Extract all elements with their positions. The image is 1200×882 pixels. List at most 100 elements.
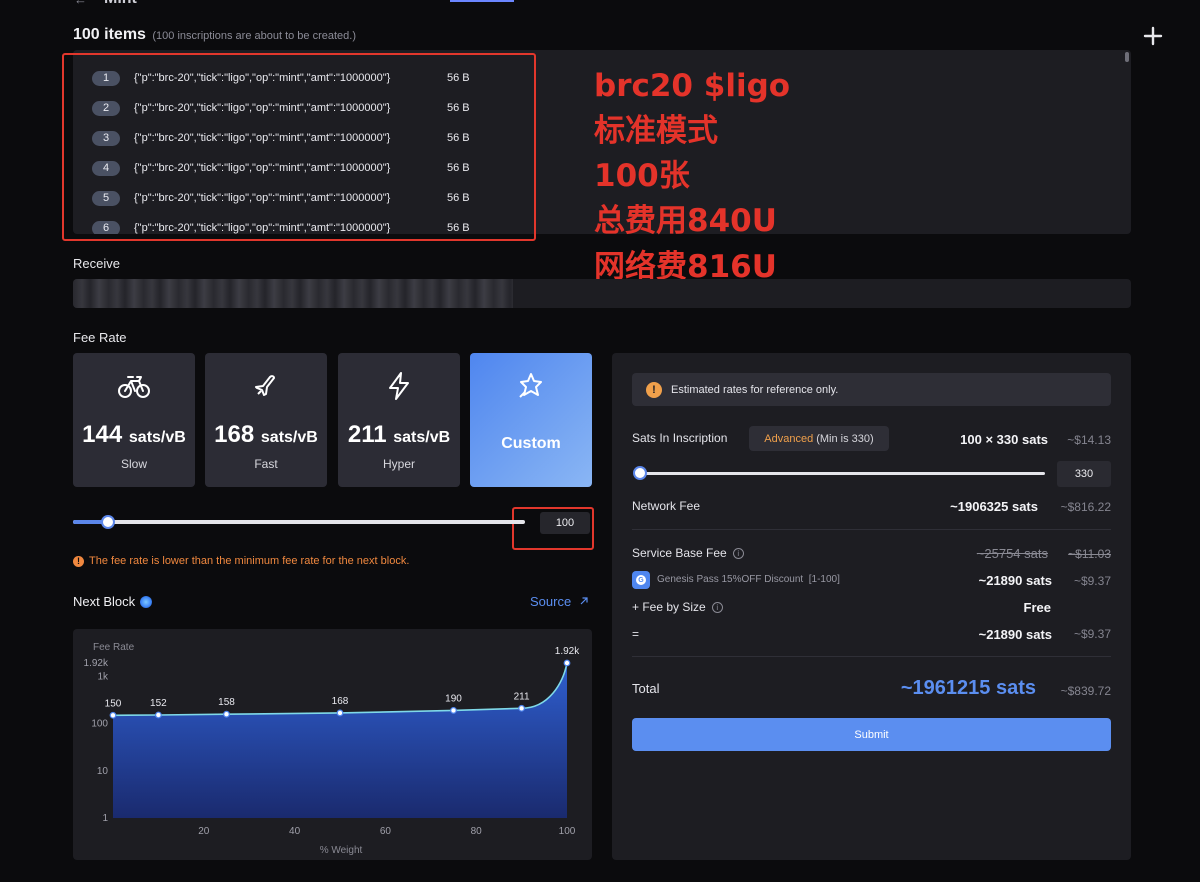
data-label: 168 (332, 696, 349, 707)
equals-label: = (632, 627, 640, 641)
notice-text: Estimated rates for reference only. (671, 383, 839, 396)
fee-unit: sats/vB (260, 429, 318, 446)
annotation-line: brc20 $ligo (594, 68, 791, 104)
next-block-heading: Next Block (73, 594, 153, 609)
active-tab-indicator (450, 0, 514, 2)
y-tick-label: 1.92k (84, 658, 109, 669)
network-fee-label: Network Fee (632, 499, 701, 513)
sats-in-inscription-value: 100 × 330 sats (960, 432, 1048, 447)
fee-warning: ! The fee rate is lower than the minimum… (73, 555, 409, 567)
y-tick-label: 1k (97, 671, 109, 682)
rates-notice: ! Estimated rates for reference only. (632, 373, 1111, 406)
fee-value: 211 (347, 421, 387, 448)
source-link[interactable]: Source (530, 594, 589, 609)
next-block-title: Next Block (73, 594, 136, 609)
info-icon: ! (646, 381, 662, 398)
chart-point (518, 704, 526, 712)
items-heading: 100 items (100 inscriptions are about to… (73, 26, 356, 44)
discount-value: ~21890 sats (978, 573, 1052, 588)
divider (632, 529, 1111, 530)
info-icon[interactable]: i (711, 602, 723, 614)
chart-point (336, 709, 344, 717)
fee-slider-track[interactable] (73, 520, 525, 524)
sats-input[interactable]: 330 (1057, 461, 1111, 487)
total-label: Total (632, 681, 660, 696)
receive-label: Receive (73, 256, 120, 271)
warning-icon: ! (73, 555, 84, 567)
rocket-star-icon (516, 371, 546, 401)
items-subtitle: (100 inscriptions are about to be create… (152, 30, 357, 42)
service-base-fee-usd: ~$11.03 (1068, 547, 1111, 561)
fee-rate-chart: Fee Rate % Weight 150 152 158 168 190 211 1.92… (73, 629, 592, 860)
discount-range: [1-100] (808, 574, 840, 585)
fee-option-fast[interactable]: 168 sats/vB Fast (205, 353, 327, 487)
block-icon (140, 595, 153, 608)
network-fee-value: ~1906325 sats (950, 499, 1038, 514)
fee-option-custom[interactable]: Custom (470, 353, 592, 487)
discount-usd: ~$9.37 (1073, 574, 1111, 588)
total-usd: ~$839.72 (1060, 684, 1111, 698)
airplane-icon (252, 371, 280, 401)
sats-slider-track[interactable] (639, 472, 1045, 475)
fee-name: Hyper (382, 457, 415, 471)
annotation-line: 标准模式 (594, 113, 718, 149)
data-label: 150 (105, 698, 122, 709)
external-arrow-icon (580, 597, 588, 605)
equals-usd: ~$9.37 (1073, 627, 1111, 641)
service-base-fee-value: ~25754 sats (976, 546, 1048, 561)
fee-slider-thumb[interactable] (101, 515, 115, 529)
chart-area (113, 663, 567, 818)
source-label: Source (530, 594, 572, 609)
data-label: 158 (218, 697, 235, 708)
list-scrollbar[interactable] (1125, 52, 1129, 62)
chart-point (563, 659, 571, 667)
fee-value: 144 (82, 421, 123, 448)
discount-text: Genesis Pass 15%OFF Discount [1-100] (657, 574, 840, 585)
bicycle-icon (118, 371, 150, 401)
total-value: ~1961215 sats (900, 677, 1036, 699)
fee-warning-text: The fee rate is lower than the minimum f… (89, 555, 410, 567)
fee-option-slow[interactable]: 144 sats/vB Slow (73, 353, 195, 487)
network-fee-usd: ~$816.22 (1060, 500, 1111, 514)
plus-icon[interactable] (1142, 25, 1164, 47)
data-label: 190 (445, 693, 462, 704)
annotation-line: 100张 (594, 158, 690, 194)
fee-option-hyper[interactable]: 211 sats/vB Hyper (338, 353, 460, 487)
chart-point (450, 707, 457, 714)
annotation-box-items (62, 53, 536, 241)
fee-by-size-row: + Fee by Size i (632, 600, 723, 614)
x-tick-label: 20 (198, 826, 210, 837)
y-tick-label: 100 (91, 719, 108, 730)
data-label: 211 (514, 691, 530, 702)
data-label: 1.92k (555, 646, 580, 657)
sats-in-inscription-label: Sats In Inscription (632, 431, 728, 445)
x-tick-label: 60 (380, 826, 392, 837)
service-base-fee-row: Service Base Fee i (632, 546, 744, 560)
x-tick-label: 40 (289, 826, 301, 837)
fee-name: Custom (501, 435, 561, 452)
fee-by-size-value: Free (1023, 600, 1051, 615)
y-tick-label: 10 (97, 766, 109, 777)
x-tick-label: 80 (471, 826, 483, 837)
data-label: 152 (150, 698, 167, 709)
chart-point (223, 710, 230, 718)
divider (632, 656, 1111, 657)
service-base-fee-label: Service Base Fee (632, 546, 727, 560)
fee-unit: sats/vB (393, 429, 451, 446)
back-arrow-icon[interactable]: ← (74, 0, 87, 7)
sats-slider-thumb[interactable] (633, 466, 647, 480)
advanced-toggle[interactable]: Advanced (Min is 330) (749, 426, 889, 451)
fee-name: Slow (120, 457, 147, 471)
equals-value: ~21890 sats (978, 627, 1052, 642)
fee-unit: sats/vB (128, 429, 186, 446)
genesis-pass-icon: G (632, 571, 650, 589)
fee-rate-chart-svg: Fee Rate % Weight 150 152 158 168 190 211 1.92… (84, 642, 581, 856)
fee-rate-label: Fee Rate (73, 330, 127, 345)
y-tick-label: 1 (102, 813, 108, 824)
receive-address-field[interactable] (73, 279, 1131, 308)
info-icon[interactable]: i (732, 548, 744, 560)
custom-fee-input[interactable]: 100 (540, 512, 590, 534)
sats-in-inscription-usd: ~$14.13 (1067, 433, 1111, 447)
submit-button[interactable]: Submit (632, 718, 1111, 751)
chart-xlabel: % Weight (320, 845, 363, 856)
